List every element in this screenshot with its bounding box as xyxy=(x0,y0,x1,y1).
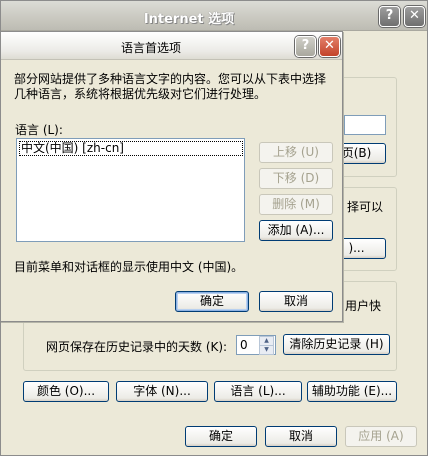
inner-ok-button[interactable]: 确定 xyxy=(175,291,249,312)
history-days-value: 0 xyxy=(240,338,248,352)
history-days-stepper[interactable]: 0 ▲ ▼ xyxy=(236,335,276,355)
temp-files-text: 择可以 xyxy=(347,200,384,214)
outer-help-button[interactable]: ? xyxy=(379,6,400,27)
outer-ok-button[interactable]: 确定 xyxy=(185,426,257,447)
inner-close-button[interactable]: ✕ xyxy=(319,36,340,57)
history-desc-text: 用户快 xyxy=(345,299,382,313)
list-item[interactable]: 中文(中国) [zh-cn] xyxy=(19,141,243,156)
apply-button[interactable]: 应用 (A) xyxy=(345,426,417,447)
accessibility-button[interactable]: 辅助功能 (E)... xyxy=(307,381,397,402)
language-listbox[interactable]: 中文(中国) [zh-cn] xyxy=(16,138,245,242)
inner-title-bar[interactable]: 语言首选项 ? ✕ xyxy=(1,32,342,60)
outer-title-bar[interactable]: Internet 选项 ? ✕ xyxy=(1,1,427,31)
history-days-label: 网页保存在历史记录中的天数 (K): xyxy=(46,340,228,354)
intro-line-2: 几种语言，系统将根据优先级对它们进行处理。 xyxy=(14,87,267,101)
clear-history-button[interactable]: 清除历史记录 (H) xyxy=(283,334,390,355)
fonts-button[interactable]: 字体 (N)... xyxy=(116,381,208,402)
language-list-label: 语言 (L): xyxy=(15,123,63,137)
languages-button[interactable]: 语言 (L)... xyxy=(214,381,302,402)
outer-cancel-button[interactable]: 取消 xyxy=(265,426,337,447)
spin-down-icon[interactable]: ▼ xyxy=(259,345,274,355)
move-down-button[interactable]: 下移 (D) xyxy=(259,168,333,189)
remove-button[interactable]: 删除 (M) xyxy=(259,194,333,215)
colors-button[interactable]: 颜色 (O)... xyxy=(23,381,109,402)
menu-language-text: 目前菜单和对话框的显示使用中文 (中国)。 xyxy=(14,260,244,274)
inner-help-button[interactable]: ? xyxy=(295,36,316,57)
move-up-button[interactable]: 上移 (U) xyxy=(259,142,333,163)
inner-window-title: 语言首选项 xyxy=(120,41,181,55)
home-address-input[interactable] xyxy=(344,115,386,135)
language-preference-dialog: 语言首选项 ? ✕ 部分网站提供了多种语言文字的内容。您可以从下表中选择 几种语… xyxy=(0,31,343,322)
inner-cancel-button[interactable]: 取消 xyxy=(259,291,333,312)
outer-close-button[interactable]: ✕ xyxy=(404,6,425,27)
outer-window-title: Internet 选项 xyxy=(143,12,235,27)
add-button[interactable]: 添加 (A)... xyxy=(259,220,333,241)
